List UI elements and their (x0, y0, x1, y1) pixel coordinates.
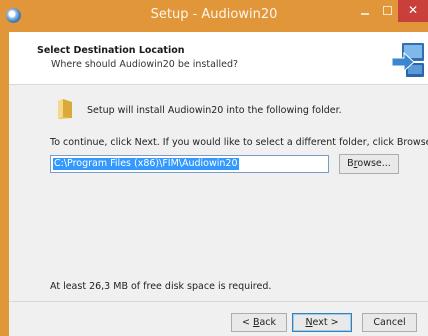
maximize-icon (383, 6, 392, 15)
destination-path-input[interactable]: C:\Program Files (x86)\FIM\Audiowin20 (50, 155, 329, 173)
footer-divider (9, 301, 428, 302)
browse-label-suffix: owse... (357, 158, 391, 169)
next-label-suffix: ext > (312, 317, 339, 328)
back-button[interactable]: < Back (231, 313, 287, 332)
install-computer-icon (390, 40, 426, 80)
back-label-prefix: < (241, 317, 253, 328)
destination-path-value: C:\Program Files (x86)\FIM\Audiowin20 (53, 158, 239, 170)
wizard-header: Select Destination Location Where should… (9, 32, 428, 84)
close-button[interactable]: ✕ (398, 0, 428, 22)
page-title: Select Destination Location (37, 45, 185, 56)
header-divider (9, 84, 428, 85)
next-label-accel: N (305, 317, 313, 328)
window-border (0, 32, 9, 336)
title-bar[interactable]: Setup - Audiowin20 ✕ (0, 0, 428, 32)
cancel-button[interactable]: Cancel (362, 313, 417, 332)
minimize-icon (361, 13, 369, 15)
disk-space-requirement: At least 26,3 MB of free disk space is r… (50, 281, 272, 292)
browse-instructions: To continue, click Next. If you would li… (50, 137, 428, 148)
folder-icon (58, 99, 72, 119)
install-description: Setup will install Audiowin20 into the f… (87, 105, 342, 116)
minimize-button[interactable] (352, 0, 378, 22)
close-icon: ✕ (407, 3, 419, 17)
setup-window: Setup - Audiowin20 ✕ Select Destination … (0, 0, 428, 336)
page-subtitle: Where should Audiowin20 be installed? (51, 59, 239, 70)
back-label-suffix: ack (259, 317, 277, 328)
next-button[interactable]: Next > (292, 313, 352, 332)
browse-button[interactable]: Browse... (339, 154, 399, 174)
maximize-button[interactable] (378, 0, 398, 22)
